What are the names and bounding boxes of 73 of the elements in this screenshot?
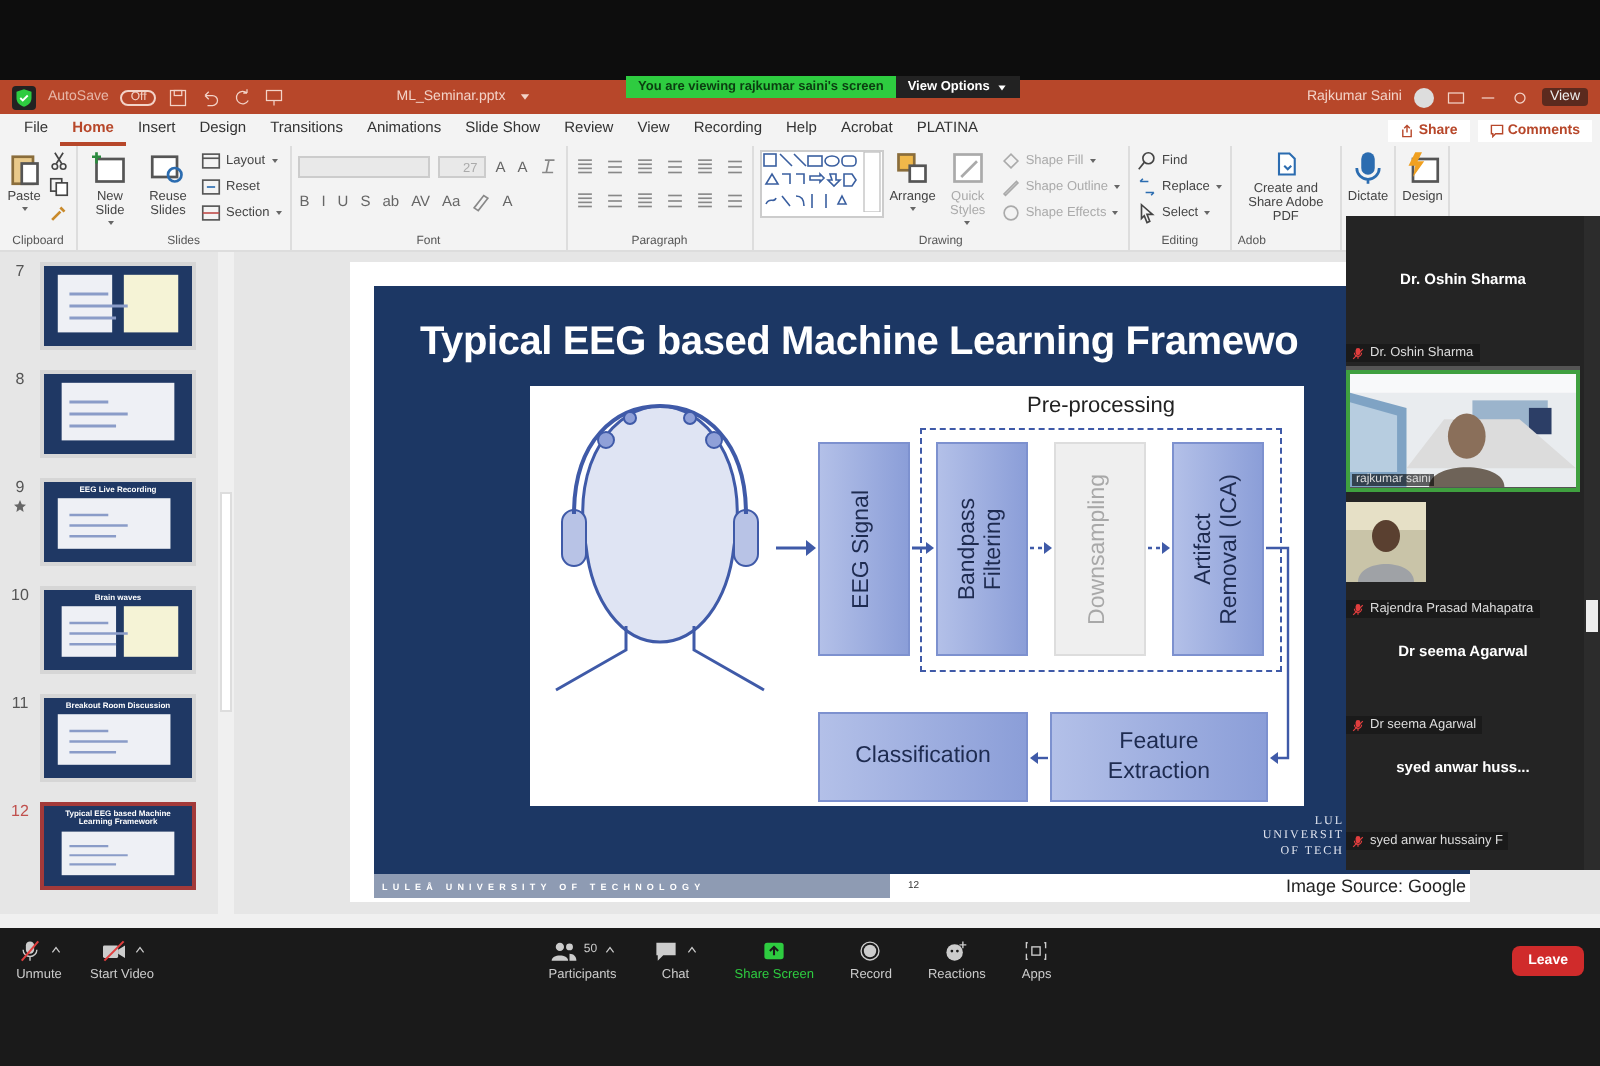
muted-microphone-icon (16, 939, 44, 961)
clear-format-icon[interactable] (537, 156, 560, 178)
slide-title: Typical EEG based Machine Learning Framewo (420, 320, 1299, 366)
layout-icon (200, 150, 222, 172)
arrow (912, 542, 934, 554)
chat-icon (652, 939, 681, 961)
video-off-icon (99, 939, 128, 961)
arrow (1148, 542, 1170, 554)
process-step: Artifact Removal (ICA) (1172, 442, 1264, 656)
columns-icon[interactable] (693, 190, 716, 212)
avatar-icon[interactable] (1413, 87, 1434, 107)
image-source-text: Image Source: Google (1285, 876, 1468, 896)
process-step: Classification (818, 712, 1028, 802)
smiley-icon (942, 939, 971, 961)
slide-number: 9 (15, 478, 25, 496)
share-icon (1400, 123, 1415, 137)
line-spacing-icon[interactable] (693, 156, 716, 178)
caret-icon[interactable] (603, 944, 616, 956)
comment-icon (1489, 123, 1504, 137)
slide-thumbnail[interactable] (40, 370, 196, 458)
numbering-icon[interactable] (603, 156, 626, 178)
pen-icon (999, 176, 1022, 198)
bullets-icon[interactable] (573, 156, 596, 178)
people-icon (549, 939, 578, 961)
apps-icon (1022, 939, 1051, 961)
ribbon-display-icon[interactable] (1445, 87, 1466, 107)
slide-thumbnail[interactable] (40, 262, 196, 350)
increase-indent-icon[interactable] (663, 156, 686, 178)
process-step: Bandpass Filtering (936, 442, 1028, 656)
save-icon[interactable] (168, 87, 189, 107)
arrow (776, 540, 816, 556)
caret-icon[interactable] (133, 944, 146, 956)
reset-icon (200, 176, 222, 198)
arrow (1030, 542, 1052, 554)
search-icon (1136, 150, 1159, 172)
caret-icon[interactable] (50, 944, 62, 956)
slide-number: 11 (11, 694, 29, 712)
align-text-icon[interactable] (723, 190, 746, 212)
arrow (1030, 752, 1048, 764)
align-right-icon[interactable] (633, 190, 656, 212)
restore-icon[interactable] (1509, 87, 1530, 107)
slide-number: 12 (11, 802, 29, 820)
record-icon (856, 939, 885, 961)
redo-icon[interactable] (232, 87, 253, 107)
group-label: Pre-processing (1025, 394, 1177, 418)
scissors-icon[interactable] (48, 150, 70, 172)
scrollbar-thumb[interactable] (220, 492, 232, 712)
slide-number: 7 (15, 262, 25, 280)
copy-icon[interactable] (48, 176, 70, 198)
align-center-icon[interactable] (603, 190, 626, 212)
scrollbar-thumb[interactable] (1586, 600, 1598, 632)
decrease-indent-icon[interactable] (633, 156, 656, 178)
share-screen-icon (760, 939, 789, 961)
shapes-gallery[interactable] (759, 150, 884, 218)
presentation-icon[interactable] (264, 87, 285, 107)
slide-number: 8 (15, 370, 25, 388)
shield-icon (12, 85, 36, 109)
undo-icon[interactable] (200, 87, 221, 107)
process-step: EEG Signal (818, 442, 910, 656)
caret-icon (517, 90, 532, 104)
section-icon (200, 202, 222, 224)
shapes-drawing (761, 152, 882, 212)
process-step: Downsampling (1054, 442, 1146, 656)
text-direction-icon[interactable] (723, 156, 746, 178)
align-left-icon[interactable] (573, 190, 596, 212)
microphone-icon (1350, 150, 1387, 186)
process-step: Feature Extraction (1050, 712, 1268, 802)
slide-number: 10 (11, 586, 29, 604)
replace-icon (1136, 176, 1159, 198)
justify-icon[interactable] (663, 190, 686, 212)
caret-icon[interactable] (686, 944, 699, 956)
highlighter-icon[interactable] (470, 190, 493, 212)
cursor-icon (1136, 202, 1159, 224)
